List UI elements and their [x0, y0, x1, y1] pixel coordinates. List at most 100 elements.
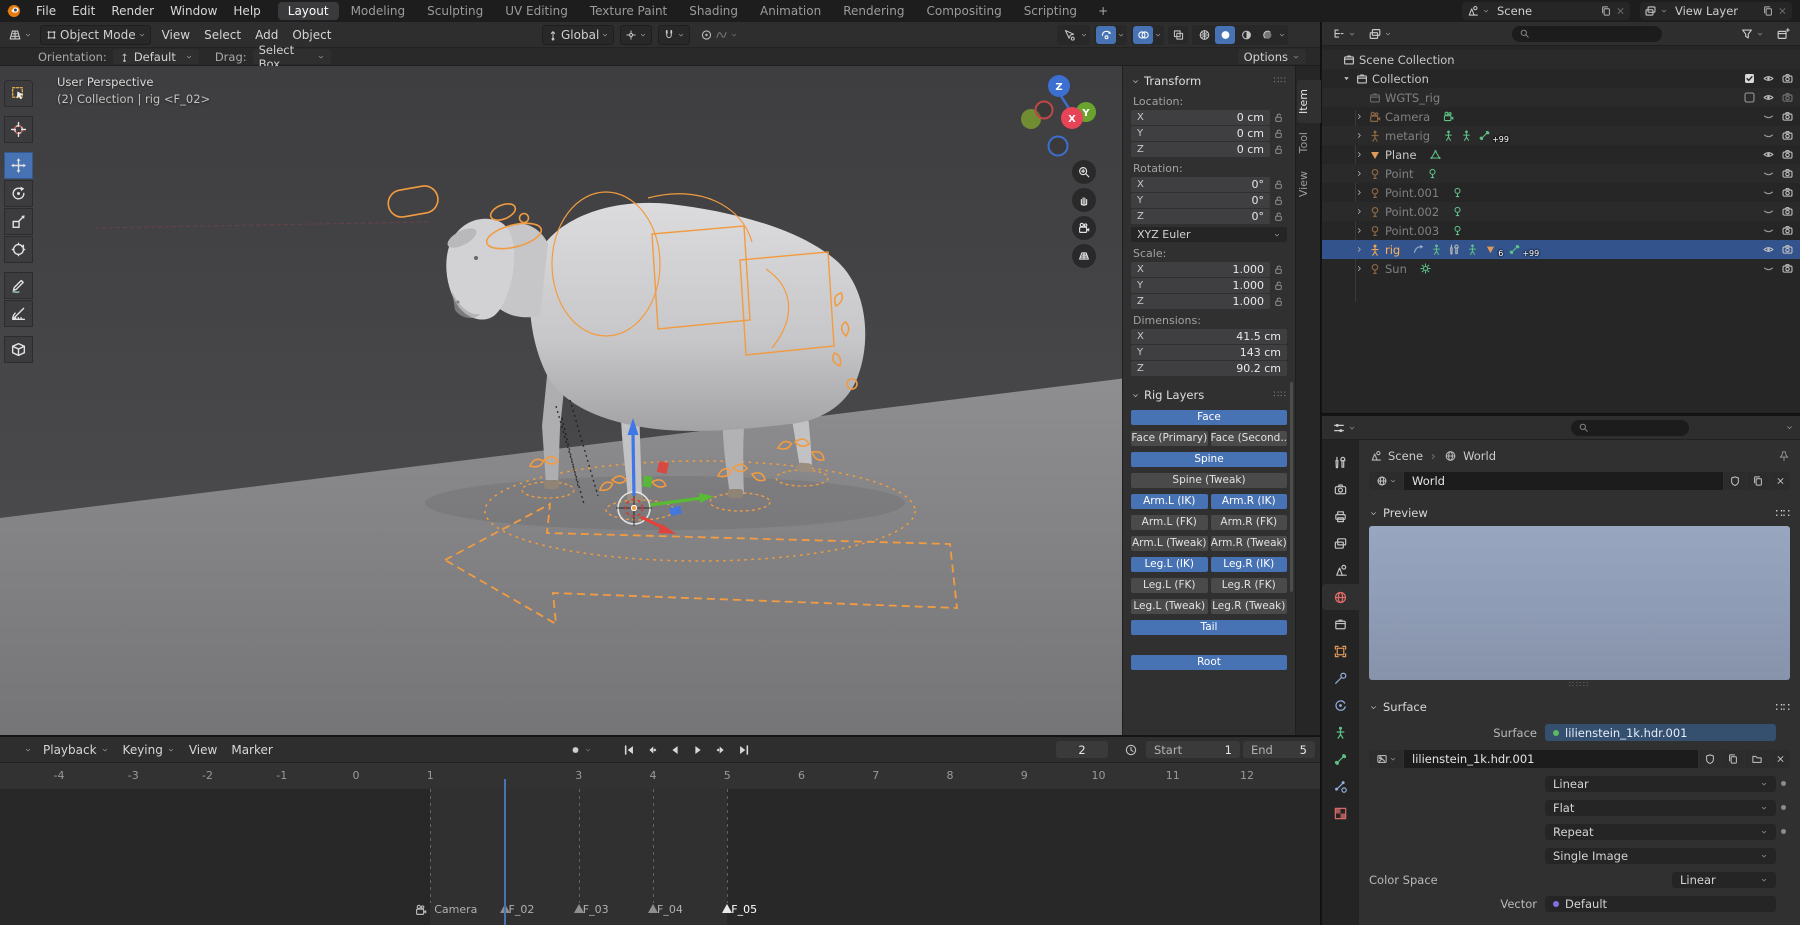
menu-help[interactable]: Help — [225, 2, 268, 20]
visibility-toggle[interactable] — [1762, 205, 1775, 218]
rig-layer-leg-r-ik-[interactable]: Leg.R (IK) — [1210, 557, 1287, 572]
axis-neg-z[interactable] — [1047, 135, 1069, 157]
start-frame-field[interactable]: Start 1 — [1146, 741, 1240, 758]
properties-tab-object[interactable] — [1322, 638, 1359, 664]
rig-layer-arm-l-ik-[interactable]: Arm.L (IK) — [1131, 494, 1208, 509]
lock-toggle[interactable] — [1270, 112, 1287, 123]
sidebar-tab-tool[interactable]: Tool — [1297, 123, 1321, 162]
properties-search-input[interactable] — [1571, 419, 1689, 436]
marker-label[interactable]: F_04 — [657, 903, 683, 916]
outliner-row-sun[interactable]: Sun — [1322, 259, 1800, 278]
render-toggle[interactable] — [1781, 262, 1794, 275]
rig-layer-spine[interactable]: Spine — [1131, 452, 1287, 467]
xray-toggle[interactable] — [1168, 25, 1188, 44]
number-field[interactable]: X 41.5 cm — [1131, 329, 1287, 344]
number-field[interactable]: Z 1.000 — [1131, 294, 1270, 309]
workspace-tab-sculpting[interactable]: Sculpting — [417, 2, 493, 20]
camera-marker-icon[interactable] — [414, 903, 428, 917]
object-name[interactable]: Plane — [1385, 148, 1417, 162]
rig-layer-leg-l-ik-[interactable]: Leg.L (IK) — [1131, 557, 1208, 572]
outliner-row-point[interactable]: Point — [1322, 164, 1800, 183]
visibility-toggle[interactable] — [1762, 129, 1775, 142]
interpolation-dropdown[interactable]: Linear — [1545, 775, 1776, 792]
show-gizmo-toggle[interactable] — [1059, 26, 1079, 44]
snap-dropdown[interactable] — [658, 24, 691, 45]
shading-wireframe-button[interactable] — [1194, 26, 1214, 44]
unlink-button[interactable] — [1770, 472, 1790, 490]
object-name[interactable]: metarig — [1385, 129, 1430, 143]
extension-dropdown[interactable]: Repeat — [1545, 823, 1776, 840]
render-toggle[interactable] — [1781, 129, 1794, 142]
orientation-setting-dropdown[interactable]: Default — [112, 49, 199, 64]
menu-edit[interactable]: Edit — [64, 2, 103, 20]
pin-icon[interactable] — [1778, 449, 1790, 463]
workspace-tab-texture-paint[interactable]: Texture Paint — [580, 2, 677, 20]
rig-layer-arm-r-ik-[interactable]: Arm.R (IK) — [1210, 494, 1287, 509]
outliner-row-metarig[interactable]: metarig +99 — [1322, 126, 1800, 145]
outliner-row-scene-collection[interactable]: Scene Collection — [1322, 50, 1800, 69]
play-reverse-button[interactable] — [664, 741, 685, 759]
marker-label[interactable]: F_02 — [509, 903, 535, 916]
outliner-search-input[interactable] — [1512, 25, 1662, 42]
workspace-tab-shading[interactable]: Shading — [679, 2, 748, 20]
rig-layer-face-second-[interactable]: Face (Second... — [1210, 431, 1287, 446]
expand-arrow-icon[interactable] — [1354, 226, 1365, 235]
visibility-toggle[interactable] — [1762, 224, 1775, 237]
object-name[interactable]: Point — [1385, 167, 1414, 181]
pan-button[interactable] — [1072, 188, 1096, 212]
filter-button[interactable] — [1736, 24, 1768, 44]
menu-file[interactable]: File — [28, 2, 64, 20]
panel-scrollbar[interactable] — [1290, 382, 1293, 592]
preview-resize-grip[interactable]: ∷∷∷ — [1369, 680, 1790, 689]
number-field[interactable]: Y 1.000 — [1131, 278, 1270, 293]
render-toggle[interactable] — [1781, 72, 1794, 85]
render-toggle[interactable] — [1781, 110, 1794, 123]
timeline-ruler[interactable]: -4-3-2-10134567891011122 — [0, 763, 1320, 809]
outliner-row-rig[interactable]: rig 6 +99 — [1322, 240, 1800, 259]
tool-rotate[interactable] — [4, 180, 33, 207]
outliner-row-camera[interactable]: Camera — [1322, 107, 1800, 126]
workspace-tab-layout[interactable]: Layout — [277, 2, 339, 20]
pivot-dropdown[interactable] — [620, 24, 653, 45]
projection-dropdown[interactable]: Flat — [1545, 799, 1776, 816]
color-space-dropdown[interactable]: Linear — [1672, 871, 1776, 888]
rig-layer-root[interactable]: Root — [1131, 655, 1287, 670]
new-view-layer-icon[interactable] — [1762, 4, 1774, 18]
render-toggle[interactable] — [1781, 91, 1794, 104]
chevron-down-icon[interactable] — [1785, 423, 1794, 432]
object-name[interactable]: Camera — [1385, 110, 1430, 124]
expand-arrow-icon[interactable] — [1354, 264, 1365, 273]
mode-dropdown[interactable]: Object Mode — [40, 24, 151, 45]
properties-tab-physics[interactable] — [1322, 692, 1359, 718]
viewport-menu-select[interactable]: Select — [197, 25, 248, 45]
jump-to-start-button[interactable] — [618, 741, 639, 759]
new-scene-icon[interactable] — [1600, 4, 1612, 18]
object-name[interactable]: Sun — [1385, 262, 1407, 276]
outliner-row-wgts-rig[interactable]: WGTS_rig — [1322, 88, 1800, 107]
fake-user-button[interactable] — [1724, 472, 1746, 490]
lock-toggle[interactable] — [1270, 144, 1287, 155]
marker-label[interactable]: F_05 — [731, 903, 757, 916]
expand-arrow-icon[interactable] — [1354, 188, 1365, 197]
marker-label[interactable]: F_03 — [583, 903, 609, 916]
copy-datablock-button[interactable] — [1722, 750, 1744, 768]
timeline-menu-marker[interactable]: Marker — [224, 740, 279, 760]
rig-layer-arm-l-fk-[interactable]: Arm.L (FK) — [1131, 515, 1208, 530]
open-image-button[interactable] — [1745, 750, 1769, 768]
visibility-toggle[interactable] — [1762, 72, 1775, 85]
rig-layer-leg-l-tweak-[interactable]: Leg.L (Tweak) — [1131, 599, 1208, 614]
world-browse-button[interactable] — [1369, 472, 1403, 490]
shading-rendered-button[interactable] — [1257, 26, 1277, 44]
options-dropdown[interactable]: Options — [1237, 49, 1306, 64]
rig-layer-leg-l-fk-[interactable]: Leg.L (FK) — [1131, 578, 1208, 593]
number-field[interactable]: X 0° — [1131, 177, 1270, 192]
remove-view-layer-icon[interactable] — [1777, 4, 1788, 18]
tool-scale[interactable] — [4, 208, 33, 235]
expand-arrow-icon[interactable] — [1354, 112, 1365, 121]
editor-type-button[interactable] — [1328, 418, 1360, 438]
timeline-menu-playback[interactable]: Playback — [36, 740, 116, 760]
scene-selector[interactable]: Scene — [1462, 2, 1630, 20]
play-button[interactable] — [687, 741, 708, 759]
render-toggle[interactable] — [1781, 167, 1794, 180]
marker-label[interactable]: Camera — [434, 903, 477, 916]
